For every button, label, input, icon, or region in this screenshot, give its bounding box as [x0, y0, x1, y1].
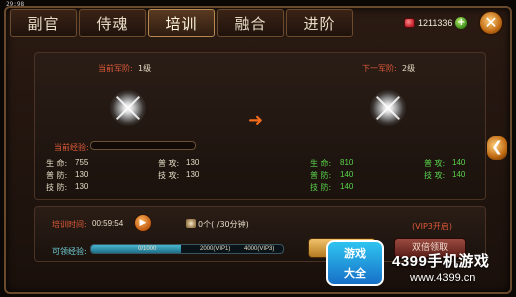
speedup-button[interactable]: ▶ [134, 214, 152, 232]
next-pdef-label: 普 防: [310, 171, 332, 180]
close-button[interactable]: ✕ [478, 10, 504, 36]
next-rank-label: 下一军阶: [362, 64, 397, 73]
training-time-value: 00:59:54 [92, 219, 124, 228]
next-sdef-value: 140 [340, 182, 354, 191]
tab-adjutant[interactable]: 副官 [10, 9, 77, 37]
tab-advance[interactable]: 进阶 [286, 9, 353, 37]
arrow-right-icon: ➜ [248, 110, 264, 131]
next-patk-value: 140 [452, 158, 466, 167]
training-time-label: 培训时间: [52, 220, 87, 229]
next-rank-emblem-icon [370, 90, 406, 126]
gain-exp-text-3: 4000(VIP3) [244, 246, 275, 252]
currency-display: 1211336 + [404, 17, 468, 29]
current-pdef-value: 130 [75, 170, 89, 179]
exp-label: 当前经验: [54, 143, 89, 152]
current-rank-value: 1级 [138, 64, 152, 73]
next-patk-label: 普 攻: [424, 159, 446, 168]
current-rank-emblem-icon [110, 90, 146, 126]
gain-exp-text-2: 2000(VIP1) [200, 246, 231, 252]
exp-bar [90, 141, 196, 150]
chevron-left-icon[interactable]: ❮ [487, 136, 507, 160]
next-pdef-value: 140 [340, 170, 354, 179]
current-sdef-label: 技 防: [46, 183, 68, 192]
training-item-icon [186, 219, 196, 228]
gem-icon [404, 18, 415, 28]
watermark-url: www.4399.cn [410, 272, 476, 284]
tab-fusion[interactable]: 融合 [217, 9, 284, 37]
gain-exp-text-1: 0/1000 [138, 246, 157, 252]
training-item-count: 0个( /30分钟) [198, 220, 249, 229]
add-currency-button[interactable]: + [455, 17, 468, 29]
current-sdef-value: 130 [75, 182, 89, 191]
gain-exp-label: 可领经验: [52, 247, 87, 256]
current-hp-value: 755 [75, 158, 89, 167]
current-patk-value: 130 [186, 158, 200, 167]
current-rank-label: 当前军阶: [98, 64, 133, 73]
next-satk-value: 140 [452, 170, 466, 179]
current-patk-label: 普 攻: [158, 159, 180, 168]
current-pdef-label: 普 防: [46, 171, 68, 180]
next-hp-label: 生 命: [310, 159, 332, 168]
watermark-logo: 游戏 大全 [326, 240, 384, 286]
next-rank-value: 2级 [402, 64, 416, 73]
next-sdef-label: 技 防: [310, 183, 332, 192]
watermark-logo-line2: 大全 [344, 267, 366, 280]
vip-note: (VIP3开启) [412, 222, 452, 231]
gem-count: 1211336 [418, 18, 453, 28]
current-satk-value: 130 [186, 170, 200, 179]
tab-samurai-soul[interactable]: 侍魂 [79, 9, 146, 37]
gain-exp-bar-fill [91, 245, 182, 253]
watermark-logo-line1: 游戏 [344, 247, 366, 260]
watermark-title: 4399手机游戏 [392, 253, 490, 270]
next-hp-value: 810 [340, 158, 354, 167]
current-satk-label: 技 攻: [158, 171, 180, 180]
tab-training[interactable]: 培训 [148, 9, 215, 37]
next-satk-label: 技 攻: [424, 171, 446, 180]
current-hp-label: 生 命: [46, 159, 68, 168]
tab-bar: 副官 侍魂 培训 融合 进阶 [10, 9, 353, 37]
